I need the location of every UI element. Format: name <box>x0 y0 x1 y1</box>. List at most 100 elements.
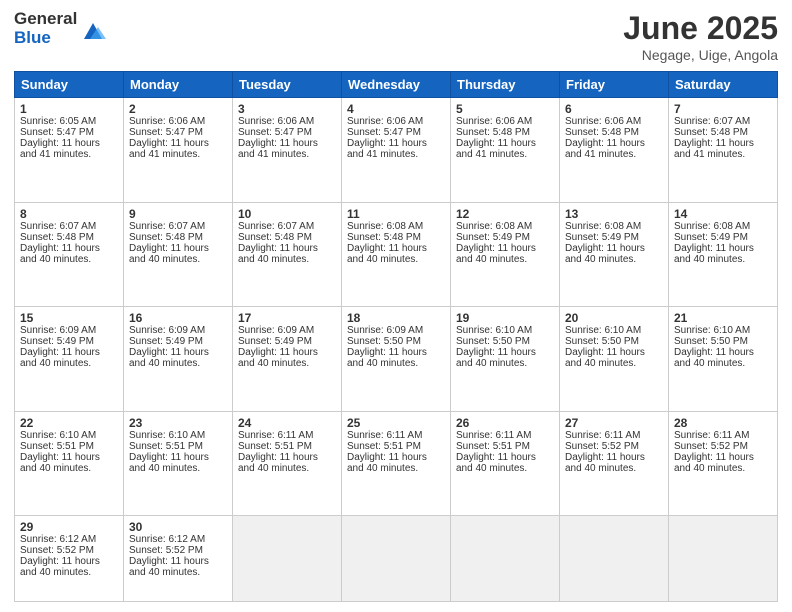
calendar-cell: 3Sunrise: 6:06 AMSunset: 5:47 PMDaylight… <box>233 98 342 203</box>
daylight-label: Daylight: 11 hoursand 40 minutes. <box>238 243 336 265</box>
location-subtitle: Negage, Uige, Angola <box>623 47 778 63</box>
daylight-label: Daylight: 11 hoursand 40 minutes. <box>129 347 227 369</box>
calendar-cell: 18Sunrise: 6:09 AMSunset: 5:50 PMDayligh… <box>342 307 451 412</box>
week-row-2: 8Sunrise: 6:07 AMSunset: 5:48 PMDaylight… <box>15 202 778 307</box>
sunset-label: Sunset: 5:49 PM <box>20 336 118 347</box>
sunset-label: Sunset: 5:48 PM <box>347 232 445 243</box>
calendar-cell: 15Sunrise: 6:09 AMSunset: 5:49 PMDayligh… <box>15 307 124 412</box>
sunrise-label: Sunrise: 6:11 AM <box>347 430 445 441</box>
daylight-label: Daylight: 11 hoursand 41 minutes. <box>347 138 445 160</box>
sunrise-label: Sunrise: 6:06 AM <box>565 116 663 127</box>
day-number: 23 <box>129 416 227 430</box>
day-number: 16 <box>129 311 227 325</box>
daylight-label: Daylight: 11 hoursand 40 minutes. <box>456 452 554 474</box>
sunrise-label: Sunrise: 6:11 AM <box>456 430 554 441</box>
sunset-label: Sunset: 5:50 PM <box>565 336 663 347</box>
sunset-label: Sunset: 5:48 PM <box>456 127 554 138</box>
sunset-label: Sunset: 5:51 PM <box>20 441 118 452</box>
calendar-cell: 26Sunrise: 6:11 AMSunset: 5:51 PMDayligh… <box>451 411 560 516</box>
day-number: 4 <box>347 102 445 116</box>
daylight-label: Daylight: 11 hoursand 41 minutes. <box>456 138 554 160</box>
sunset-label: Sunset: 5:47 PM <box>20 127 118 138</box>
day-number: 7 <box>674 102 772 116</box>
sunrise-label: Sunrise: 6:08 AM <box>674 221 772 232</box>
sunrise-label: Sunrise: 6:05 AM <box>20 116 118 127</box>
sunset-label: Sunset: 5:51 PM <box>238 441 336 452</box>
daylight-label: Daylight: 11 hoursand 40 minutes. <box>347 452 445 474</box>
day-number: 27 <box>565 416 663 430</box>
calendar-cell: 13Sunrise: 6:08 AMSunset: 5:49 PMDayligh… <box>560 202 669 307</box>
sunrise-label: Sunrise: 6:09 AM <box>347 325 445 336</box>
sunrise-label: Sunrise: 6:10 AM <box>565 325 663 336</box>
sunset-label: Sunset: 5:51 PM <box>347 441 445 452</box>
daylight-label: Daylight: 11 hoursand 40 minutes. <box>347 243 445 265</box>
daylight-label: Daylight: 11 hoursand 41 minutes. <box>238 138 336 160</box>
day-number: 25 <box>347 416 445 430</box>
day-number: 1 <box>20 102 118 116</box>
page: General Blue June 2025 Negage, Uige, Ang… <box>0 0 792 612</box>
header: General Blue June 2025 Negage, Uige, Ang… <box>14 10 778 63</box>
week-row-3: 15Sunrise: 6:09 AMSunset: 5:49 PMDayligh… <box>15 307 778 412</box>
day-number: 11 <box>347 207 445 221</box>
day-number: 20 <box>565 311 663 325</box>
daylight-label: Daylight: 11 hoursand 40 minutes. <box>129 452 227 474</box>
header-saturday: Saturday <box>669 72 778 98</box>
daylight-label: Daylight: 11 hoursand 40 minutes. <box>129 556 227 578</box>
daylight-label: Daylight: 11 hoursand 41 minutes. <box>20 138 118 160</box>
calendar-cell: 14Sunrise: 6:08 AMSunset: 5:49 PMDayligh… <box>669 202 778 307</box>
sunrise-label: Sunrise: 6:10 AM <box>456 325 554 336</box>
calendar-cell: 7Sunrise: 6:07 AMSunset: 5:48 PMDaylight… <box>669 98 778 203</box>
calendar-cell <box>451 516 560 602</box>
calendar-cell: 2Sunrise: 6:06 AMSunset: 5:47 PMDaylight… <box>124 98 233 203</box>
header-thursday: Thursday <box>451 72 560 98</box>
day-number: 3 <box>238 102 336 116</box>
calendar-cell: 25Sunrise: 6:11 AMSunset: 5:51 PMDayligh… <box>342 411 451 516</box>
calendar-cell: 9Sunrise: 6:07 AMSunset: 5:48 PMDaylight… <box>124 202 233 307</box>
week-row-4: 22Sunrise: 6:10 AMSunset: 5:51 PMDayligh… <box>15 411 778 516</box>
calendar-table: Sunday Monday Tuesday Wednesday Thursday… <box>14 71 778 602</box>
week-row-1: 1Sunrise: 6:05 AMSunset: 5:47 PMDaylight… <box>15 98 778 203</box>
sunrise-label: Sunrise: 6:08 AM <box>565 221 663 232</box>
day-number: 29 <box>20 520 118 534</box>
daylight-label: Daylight: 11 hoursand 40 minutes. <box>20 347 118 369</box>
daylight-label: Daylight: 11 hoursand 40 minutes. <box>565 347 663 369</box>
header-tuesday: Tuesday <box>233 72 342 98</box>
calendar-cell: 4Sunrise: 6:06 AMSunset: 5:47 PMDaylight… <box>342 98 451 203</box>
daylight-label: Daylight: 11 hoursand 40 minutes. <box>674 452 772 474</box>
sunset-label: Sunset: 5:52 PM <box>129 545 227 556</box>
day-number: 18 <box>347 311 445 325</box>
sunset-label: Sunset: 5:50 PM <box>674 336 772 347</box>
sunset-label: Sunset: 5:52 PM <box>565 441 663 452</box>
sunset-label: Sunset: 5:51 PM <box>456 441 554 452</box>
calendar-cell: 20Sunrise: 6:10 AMSunset: 5:50 PMDayligh… <box>560 307 669 412</box>
daylight-label: Daylight: 11 hoursand 40 minutes. <box>347 347 445 369</box>
header-monday: Monday <box>124 72 233 98</box>
calendar-cell: 6Sunrise: 6:06 AMSunset: 5:48 PMDaylight… <box>560 98 669 203</box>
sunset-label: Sunset: 5:52 PM <box>20 545 118 556</box>
sunrise-label: Sunrise: 6:06 AM <box>347 116 445 127</box>
daylight-label: Daylight: 11 hoursand 41 minutes. <box>129 138 227 160</box>
calendar-cell: 24Sunrise: 6:11 AMSunset: 5:51 PMDayligh… <box>233 411 342 516</box>
sunset-label: Sunset: 5:50 PM <box>456 336 554 347</box>
sunrise-label: Sunrise: 6:09 AM <box>129 325 227 336</box>
calendar-cell <box>342 516 451 602</box>
day-number: 9 <box>129 207 227 221</box>
header-friday: Friday <box>560 72 669 98</box>
header-sunday: Sunday <box>15 72 124 98</box>
logo-blue: Blue <box>14 29 77 48</box>
sunset-label: Sunset: 5:48 PM <box>674 127 772 138</box>
sunset-label: Sunset: 5:48 PM <box>238 232 336 243</box>
sunset-label: Sunset: 5:51 PM <box>129 441 227 452</box>
day-number: 13 <box>565 207 663 221</box>
calendar-cell: 30Sunrise: 6:12 AMSunset: 5:52 PMDayligh… <box>124 516 233 602</box>
calendar-cell: 22Sunrise: 6:10 AMSunset: 5:51 PMDayligh… <box>15 411 124 516</box>
sunset-label: Sunset: 5:52 PM <box>674 441 772 452</box>
sunrise-label: Sunrise: 6:08 AM <box>347 221 445 232</box>
day-number: 26 <box>456 416 554 430</box>
day-number: 30 <box>129 520 227 534</box>
sunset-label: Sunset: 5:49 PM <box>129 336 227 347</box>
day-number: 22 <box>20 416 118 430</box>
day-number: 19 <box>456 311 554 325</box>
sunrise-label: Sunrise: 6:10 AM <box>674 325 772 336</box>
sunset-label: Sunset: 5:50 PM <box>347 336 445 347</box>
